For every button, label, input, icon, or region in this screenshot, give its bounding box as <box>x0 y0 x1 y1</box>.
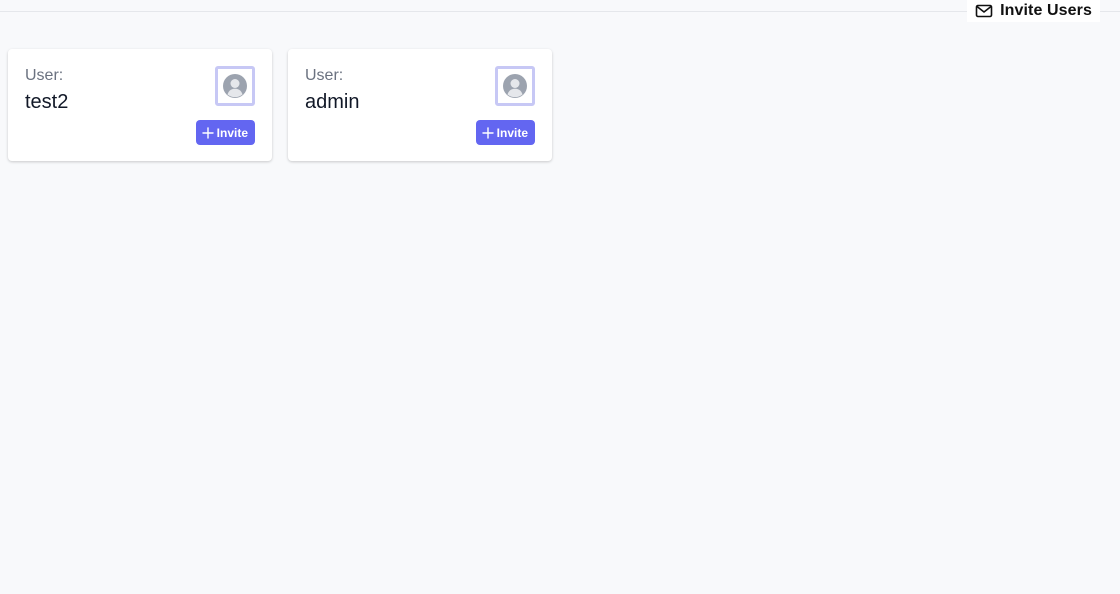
invite-button-label: Invite <box>496 125 528 140</box>
user-name: admin <box>305 91 360 113</box>
plus-icon <box>481 126 494 139</box>
mail-icon <box>975 2 993 20</box>
plus-icon <box>201 126 214 139</box>
user-avatar-icon <box>495 66 535 106</box>
user-avatar-icon <box>215 66 255 106</box>
page: Invite Users User: test2 Invite User: ad… <box>0 0 1120 594</box>
invite-users-button[interactable]: Invite Users <box>967 0 1100 22</box>
user-card: User: test2 Invite <box>8 49 272 161</box>
user-label: User: <box>305 67 344 84</box>
user-label: User: <box>25 67 64 84</box>
user-card-list: User: test2 Invite User: admin Invite <box>8 49 552 161</box>
invite-button[interactable]: Invite <box>195 120 255 145</box>
invite-button-label: Invite <box>216 125 248 140</box>
invite-button[interactable]: Invite <box>475 120 535 145</box>
user-name: test2 <box>25 91 69 113</box>
invite-users-label: Invite Users <box>1000 2 1092 19</box>
user-card: User: admin Invite <box>288 49 552 161</box>
top-divider <box>0 11 1120 12</box>
